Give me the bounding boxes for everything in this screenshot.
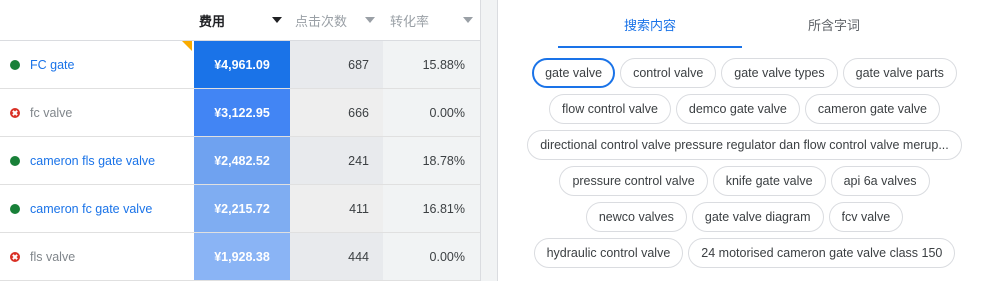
conversion-cell: 0.00% bbox=[383, 233, 480, 280]
chip-row: gate valve control valve gate valve types g… bbox=[498, 58, 990, 90]
search-term-chip-label: fcv valve bbox=[841, 210, 891, 224]
search-term-chip-label: control valve bbox=[633, 66, 704, 80]
search-term-chip[interactable]: api 6a valves bbox=[830, 166, 930, 196]
cost-cell: ¥4,961.09 bbox=[194, 41, 290, 88]
conversion-cell: 16.81% bbox=[383, 185, 480, 232]
status-paused-icon[interactable] bbox=[10, 107, 20, 118]
status-enabled-icon[interactable] bbox=[10, 203, 20, 214]
search-term-chip-label: 24 motorised cameron gate valve class 15… bbox=[701, 246, 943, 260]
chip-row: flow control valve demco gate valve camero… bbox=[498, 94, 990, 126]
clicks-cell: 666 bbox=[290, 89, 383, 136]
sort-caret-icon bbox=[272, 17, 282, 23]
search-term-chip[interactable]: knife gate valve bbox=[712, 166, 826, 196]
search-term-chip-label: flow control valve bbox=[562, 102, 658, 116]
tab-contained-words[interactable]: 所含字词 bbox=[742, 0, 926, 48]
search-term-chip[interactable]: newco valves bbox=[585, 202, 687, 232]
column-header-cost-label: 费用 bbox=[199, 15, 226, 30]
dropdown-caret-icon bbox=[463, 17, 473, 23]
keyword-cell: FC gate bbox=[0, 41, 194, 88]
keyword-link[interactable]: FC gate bbox=[30, 58, 74, 72]
keyword-cell: cameron fls gate valve bbox=[0, 137, 194, 184]
table-row: FC gate ¥4,961.09 687 15.88% bbox=[0, 41, 480, 89]
search-term-chip[interactable]: gate valve bbox=[532, 58, 616, 88]
app-root: 费用 点击次数 转化率 FC gate ¥4,961.09 687 15.88%… bbox=[0, 0, 990, 281]
table-row: fc valve ¥3,122.95 666 0.00% bbox=[0, 89, 480, 137]
clicks-cell: 411 bbox=[290, 185, 383, 232]
cost-cell: ¥3,122.95 bbox=[194, 89, 290, 136]
conversion-cell: 18.78% bbox=[383, 137, 480, 184]
highlight-corner-marker bbox=[182, 41, 192, 51]
cost-cell: ¥1,928.38 bbox=[194, 233, 290, 280]
clicks-cell: 687 bbox=[290, 41, 383, 88]
clicks-cell: 241 bbox=[290, 137, 383, 184]
table-row: fls valve ¥1,928.38 444 0.00% bbox=[0, 233, 480, 281]
chip-row: pressure control valve knife gate valve ap… bbox=[498, 166, 990, 198]
search-term-chip[interactable]: gate valve diagram bbox=[691, 202, 824, 232]
chip-row: newco valves gate valve diagram fcv valve bbox=[498, 202, 990, 234]
dropdown-caret-icon bbox=[365, 17, 375, 23]
column-header-conversion[interactable]: 转化率 bbox=[383, 0, 480, 41]
clicks-cell: 444 bbox=[290, 233, 383, 280]
chip-row: directional control valve pressure regul… bbox=[498, 130, 990, 162]
search-term-chip-label: gate valve bbox=[545, 66, 603, 80]
search-term-chip[interactable]: directional control valve pressure regul… bbox=[527, 130, 962, 160]
table-row: cameron fc gate valve ¥2,215.72 411 16.8… bbox=[0, 185, 480, 233]
search-term-chip-label: gate valve parts bbox=[855, 66, 944, 80]
search-term-chip-label: api 6a valves bbox=[843, 174, 917, 188]
search-term-chip[interactable]: gate valve parts bbox=[842, 58, 957, 88]
cost-cell: ¥2,482.52 bbox=[194, 137, 290, 184]
chip-row: hydraulic control valve 24 motorised came… bbox=[498, 238, 990, 270]
search-term-chip[interactable]: hydraulic control valve bbox=[533, 238, 684, 268]
search-term-chip-label: newco valves bbox=[598, 210, 674, 224]
search-terms-panel: 搜索内容 所含字词 gate valve control valve gate va… bbox=[497, 0, 990, 281]
search-term-chip-label: knife gate valve bbox=[725, 174, 813, 188]
cost-cell: ¥2,215.72 bbox=[194, 185, 290, 232]
column-header-clicks-label: 点击次数 bbox=[295, 15, 348, 30]
tab-search-content[interactable]: 搜索内容 bbox=[558, 0, 742, 48]
search-term-chip-label: cameron gate valve bbox=[817, 102, 927, 116]
search-term-chip-label: demco gate valve bbox=[688, 102, 787, 116]
table-header: 费用 点击次数 转化率 bbox=[0, 0, 480, 41]
status-enabled-icon[interactable] bbox=[10, 59, 20, 70]
search-term-chip[interactable]: 24 motorised cameron gate valve class 15… bbox=[688, 238, 956, 268]
search-term-chip-label: directional control valve pressure regul… bbox=[540, 138, 949, 152]
panel-tabs: 搜索内容 所含字词 bbox=[498, 0, 990, 48]
search-term-chip[interactable]: flow control valve bbox=[549, 94, 671, 124]
search-term-chip[interactable]: pressure control valve bbox=[559, 166, 708, 196]
search-term-chip[interactable]: gate valve types bbox=[721, 58, 838, 88]
column-header-cost[interactable]: 费用 bbox=[194, 0, 290, 41]
table-row: cameron fls gate valve ¥2,482.52 241 18.… bbox=[0, 137, 480, 185]
search-term-chip[interactable]: fcv valve bbox=[828, 202, 904, 232]
keyword-cell: fc valve bbox=[0, 89, 194, 136]
search-term-chip-label: gate valve diagram bbox=[704, 210, 811, 224]
search-term-chip-label: pressure control valve bbox=[572, 174, 695, 188]
column-header-conversion-label: 转化率 bbox=[390, 15, 430, 30]
keyword-link[interactable]: cameron fls gate valve bbox=[30, 154, 155, 168]
search-term-chip-label: gate valve types bbox=[734, 66, 825, 80]
column-header-clicks[interactable]: 点击次数 bbox=[290, 0, 383, 41]
conversion-cell: 0.00% bbox=[383, 89, 480, 136]
status-enabled-icon[interactable] bbox=[10, 155, 20, 166]
search-term-chip-label: hydraulic control valve bbox=[546, 246, 671, 260]
search-term-chip[interactable]: demco gate valve bbox=[675, 94, 800, 124]
keyword-cell: fls valve bbox=[0, 233, 194, 280]
search-term-chip[interactable]: control valve bbox=[620, 58, 717, 88]
keyword-table: 费用 点击次数 转化率 FC gate ¥4,961.09 687 15.88%… bbox=[0, 0, 481, 281]
keyword-link[interactable]: cameron fc gate valve bbox=[30, 202, 152, 216]
keyword-cell: cameron fc gate valve bbox=[0, 185, 194, 232]
conversion-cell: 15.88% bbox=[383, 41, 480, 88]
keyword-link[interactable]: fc valve bbox=[30, 106, 72, 120]
keyword-link[interactable]: fls valve bbox=[30, 250, 75, 264]
status-paused-icon[interactable] bbox=[10, 251, 20, 262]
search-term-chip[interactable]: cameron gate valve bbox=[804, 94, 940, 124]
